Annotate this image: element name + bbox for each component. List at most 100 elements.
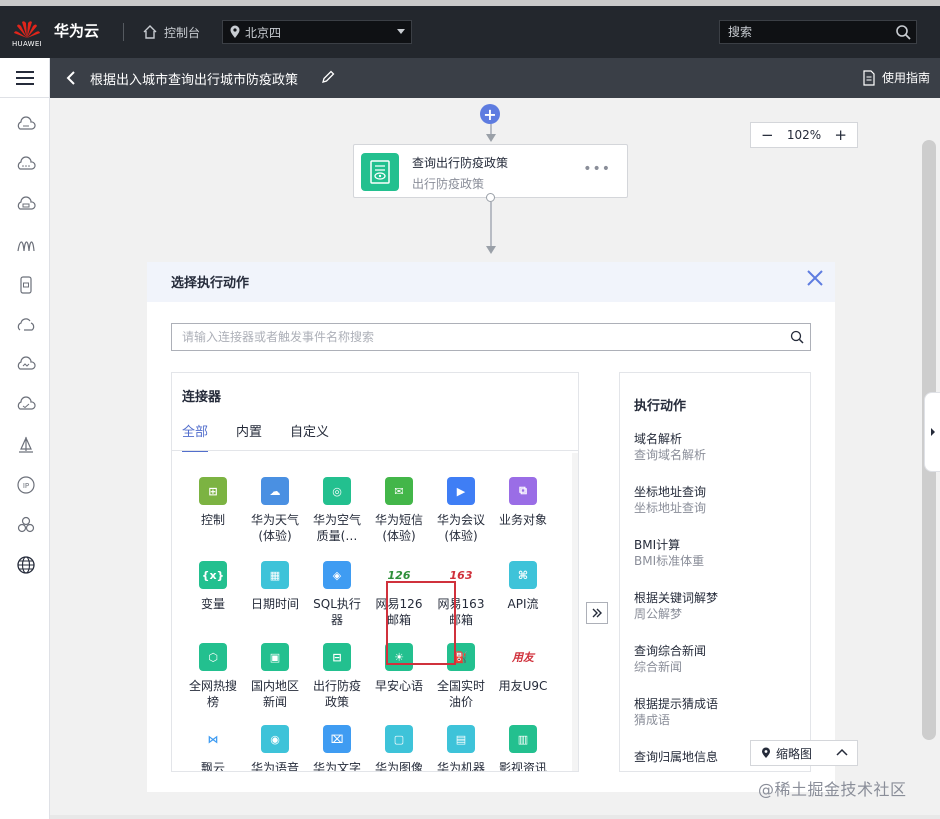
region-select[interactable]: 北京四: [222, 20, 412, 44]
more-options-icon[interactable]: •••: [583, 161, 611, 177]
brand-name[interactable]: 华为云: [54, 20, 99, 41]
nav-ship-icon[interactable]: [15, 434, 37, 456]
action-item[interactable]: 根据提示猜成语 猜成语: [634, 696, 804, 728]
connector-item[interactable]: ⊞ 控制: [182, 477, 244, 528]
action-item[interactable]: 坐标地址查询 坐标地址查询: [634, 484, 804, 516]
nav-database-icon[interactable]: [15, 274, 37, 296]
global-search-input[interactable]: 搜索: [719, 20, 917, 44]
back-arrow-icon[interactable]: [64, 69, 78, 87]
connector-icon: ▢: [385, 725, 413, 753]
minimap-toggle[interactable]: 缩略图: [750, 740, 858, 766]
connector-item[interactable]: ⬡ 全网热搜 榜: [182, 643, 244, 710]
home-icon: [143, 25, 157, 39]
zoom-in-button[interactable]: +: [834, 126, 847, 144]
region-label: 北京四: [245, 25, 282, 40]
connector-label: 业务对象: [498, 513, 547, 527]
add-step-button[interactable]: +: [480, 104, 500, 124]
action-item[interactable]: BMI计算 BMI标准体重: [634, 537, 804, 569]
action-item[interactable]: 域名解析 查询域名解析: [634, 431, 804, 463]
zoom-out-button[interactable]: −: [761, 126, 774, 144]
connector-icon: 用友: [509, 643, 537, 671]
connector-item[interactable]: ☁ 华为天气 (体验): [244, 477, 306, 544]
connector-item[interactable]: ⌘ API流: [492, 561, 554, 612]
connector-item[interactable]: ▤ 华为机器: [430, 725, 492, 772]
edit-icon[interactable]: [320, 69, 336, 85]
connector-label: 出行防疫 政策: [312, 679, 361, 709]
zoom-level: 102%: [786, 128, 822, 142]
connector-item[interactable]: ✉ 华为短信 (体验): [368, 477, 430, 544]
top-bar: HUAWEI 华为云 控制台 北京四 搜索: [0, 0, 940, 58]
console-link[interactable]: 控制台: [142, 21, 200, 43]
expand-panel-handle[interactable]: [924, 392, 940, 472]
search-placeholder: 搜索: [728, 25, 753, 39]
tab-builtin[interactable]: 内置: [236, 421, 262, 452]
connector-icon: ✉: [385, 477, 413, 505]
connector-item[interactable]: ▦ 日期时间: [244, 561, 306, 612]
actions-panel: 执行动作 域名解析 查询域名解析 坐标地址查询 坐标地址查询 BMI计算 BMI标准体重根…: [619, 372, 811, 772]
chevron-down-icon: [397, 29, 405, 34]
connector-item[interactable]: ⧉ 业务对象: [492, 477, 554, 528]
connector-item[interactable]: 用友 用友U9C: [492, 643, 554, 694]
connector-item[interactable]: ▣ 国内地区 新闻: [244, 643, 306, 710]
action-name: 坐标地址查询: [634, 485, 707, 499]
nav-cloud-server-icon[interactable]: [15, 114, 37, 136]
connector-icon: {x}: [199, 561, 227, 589]
action-item[interactable]: 根据关键词解梦 周公解梦: [634, 590, 804, 622]
connector-label: 华为机器: [436, 761, 485, 772]
arrow-down-icon: [486, 246, 496, 254]
connector-search-input[interactable]: [171, 323, 811, 351]
connector-item[interactable]: ▶ 华为会议 (体验): [430, 477, 492, 544]
connector-item[interactable]: ◈ SQL执行 器: [306, 561, 368, 628]
connector-label: 全国实时 油价: [436, 679, 485, 709]
top-stripe: [0, 0, 940, 6]
nav-globe-icon[interactable]: [15, 554, 37, 576]
location-icon: [762, 747, 770, 758]
flow-node-card[interactable]: 查询出行防疫政策 出行防疫政策 •••: [353, 144, 628, 198]
connector-item[interactable]: ⋈ 飘云: [182, 725, 244, 771]
search-icon[interactable]: [895, 24, 911, 40]
chevron-up-icon: [836, 748, 848, 756]
action-name: BMI计算: [634, 538, 681, 552]
connector-icon: ⧉: [509, 477, 537, 505]
connector-item[interactable]: ▥ 影视资讯: [492, 725, 554, 771]
connector-icon: ▶: [447, 477, 475, 505]
connector-icon: ⌘: [509, 561, 537, 589]
double-chevron-right-icon: [592, 608, 602, 618]
action-item[interactable]: 查询综合新闻 综合新闻: [634, 643, 804, 675]
nav-network-icon[interactable]: [15, 234, 37, 256]
tab-custom[interactable]: 自定义: [290, 421, 329, 452]
divider: [123, 23, 124, 41]
tab-all[interactable]: 全部: [182, 421, 209, 452]
connector-item[interactable]: ⌧ 华为文字: [306, 725, 368, 771]
action-description: 坐标地址查询: [634, 501, 707, 515]
menu-button[interactable]: [0, 58, 50, 98]
panel-scrollbar[interactable]: [572, 453, 578, 771]
page-header: 根据出入城市查询出行城市防疫政策 使用指南: [50, 58, 940, 98]
add-to-actions-button[interactable]: [586, 602, 608, 624]
nav-cluster-icon[interactable]: [15, 514, 37, 536]
search-icon[interactable]: [790, 330, 804, 344]
node-output-port[interactable]: [486, 193, 495, 202]
connector-item[interactable]: ⊟ 出行防疫 政策: [306, 643, 368, 710]
connector-item[interactable]: ▢ 华为图像: [368, 725, 430, 771]
arrow-down-icon: [486, 134, 496, 142]
connector-icon: ▦: [261, 561, 289, 589]
user-guide-link[interactable]: 使用指南: [862, 69, 930, 86]
connector-tabs: 全部 内置 自定义: [182, 421, 357, 452]
nav-cloud-container-icon[interactable]: [15, 154, 37, 176]
nav-cloud-monitor-icon[interactable]: [15, 354, 37, 376]
connector-icon: ▤: [447, 725, 475, 753]
connector-label: 华为空气 质量(…: [312, 513, 361, 543]
search-input[interactable]: [182, 328, 772, 346]
connector-item[interactable]: ◎ 华为空气 质量(…: [306, 477, 368, 544]
close-icon[interactable]: [805, 268, 825, 288]
connector-label: 变量: [200, 597, 225, 611]
node-title: 查询出行防疫政策: [412, 156, 509, 170]
connector-label: 华为会议 (体验): [436, 513, 485, 543]
connector-item[interactable]: ◉ 华为语音: [244, 725, 306, 771]
connector-item[interactable]: {x} 变量: [182, 561, 244, 612]
nav-cloud-storage-icon[interactable]: [15, 194, 37, 216]
nav-ip-icon[interactable]: IP: [15, 474, 37, 496]
nav-cloud-check-icon[interactable]: [15, 394, 37, 416]
nav-cloud-sync-icon[interactable]: [15, 314, 37, 336]
